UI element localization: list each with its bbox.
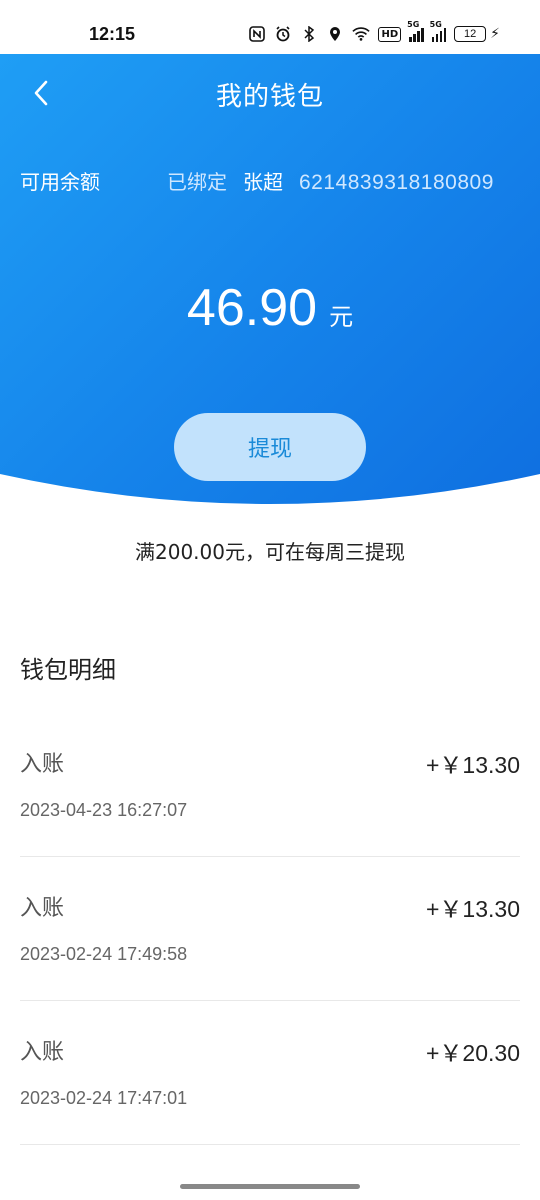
page-title: 我的钱包: [215, 82, 324, 112]
wifi-icon: [352, 25, 371, 43]
signal-5g-icon: 5G: [430, 20, 447, 42]
charging-icon: ⚡: [490, 26, 500, 42]
location-icon: [326, 25, 344, 43]
status-bar: 12:15 HD 5G 5G 12 ⚡: [0, 0, 540, 54]
bound-account: 已绑定 张超 6214839318180809: [167, 166, 494, 195]
bluetooth-icon: [300, 25, 318, 43]
bound-name: 张超: [243, 170, 283, 194]
bound-card-number: 6214839318180809: [299, 171, 494, 194]
withdraw-notice: 满200.00元，可在每周三提现: [135, 540, 405, 564]
wallet-detail-title: 钱包明细: [20, 656, 116, 684]
transaction-amount: +￥20.30: [426, 1040, 520, 1066]
transaction-time: 2023-02-24 17:47:01: [20, 1088, 188, 1108]
withdraw-button[interactable]: 提现: [174, 413, 366, 481]
transaction-item[interactable]: 入账 +￥13.30 2023-02-24 17:49:58: [20, 858, 520, 1001]
transaction-time: 2023-02-24 17:49:58: [20, 944, 188, 964]
transaction-type: 入账: [20, 752, 65, 777]
transaction-amount: +￥13.30: [426, 752, 520, 778]
balance-amount-row: 46.90 元: [0, 278, 540, 338]
transaction-amount: +￥13.30: [426, 896, 520, 922]
alarm-icon: [274, 25, 292, 43]
status-time: 12:15: [89, 24, 136, 44]
home-indicator[interactable]: [180, 1184, 360, 1189]
transaction-time: 2023-04-23 16:27:07: [20, 800, 188, 820]
transaction-list: 入账 +￥13.30 2023-04-23 16:27:07 入账 +￥13.3…: [20, 714, 520, 1145]
balance-amount: 46.90: [186, 279, 318, 337]
available-balance-label: 可用余额: [20, 170, 100, 194]
transaction-item[interactable]: 入账 +￥13.30 2023-04-23 16:27:07: [20, 714, 520, 857]
transaction-type: 入账: [20, 896, 65, 921]
nfc-icon: [248, 25, 266, 43]
status-icons: HD 5G 5G 12 ⚡: [248, 20, 500, 46]
transaction-type: 入账: [20, 1040, 65, 1065]
battery-icon: 12: [454, 26, 487, 42]
balance-unit: 元: [329, 303, 354, 331]
transaction-item[interactable]: 入账 +￥20.30 2023-02-24 17:47:01: [20, 1002, 520, 1145]
bound-status: 已绑定: [167, 170, 227, 194]
hd-icon: HD: [378, 26, 402, 42]
signal-5g-icon: 5G: [407, 20, 424, 42]
